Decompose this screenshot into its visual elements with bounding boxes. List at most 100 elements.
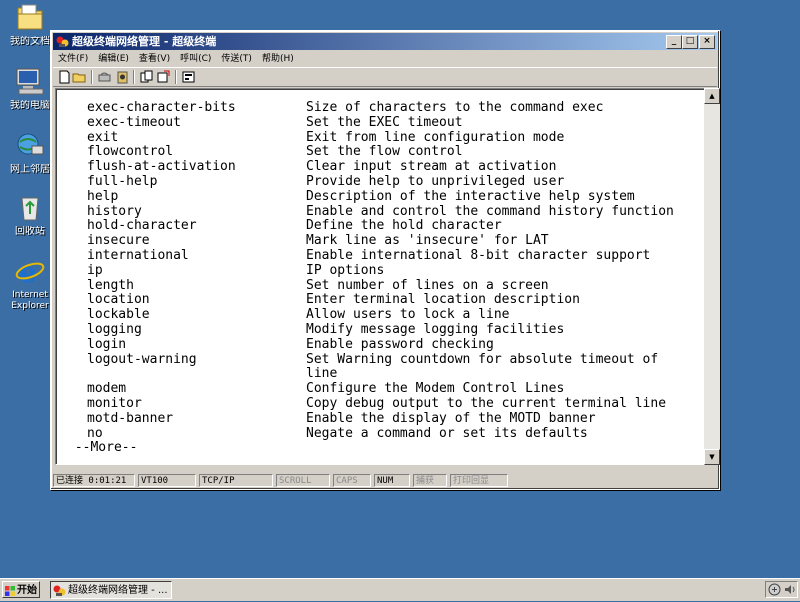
taskbar: 开始 超级终端网络管理 - ... [0,578,800,601]
windows-flag-icon [5,585,15,596]
terminal-line: flowcontrol Set the flow control [76,145,696,160]
menu-view[interactable]: 查看(V) [134,51,175,67]
terminal-line: ip IP options [76,262,696,279]
scroll-down-button[interactable]: ▼ [704,449,720,465]
send-icon[interactable] [139,70,154,84]
menu-edit[interactable]: 编辑(E) [93,51,134,67]
command-description: Negate a command or set its defaults [306,425,588,441]
start-button[interactable]: 开始 [2,581,40,598]
open-icon[interactable] [72,70,87,84]
desktop-icon-label: Internet Explorer [11,290,49,311]
taskbar-button-hyperterminal[interactable]: 超级终端网络管理 - ... [50,581,172,599]
desktop-icon-my-computer[interactable]: 我的电脑 [4,66,56,111]
toolbar [53,67,717,87]
command-name: help [87,188,119,204]
status-capture: 捕获 [413,474,447,487]
terminal-line: no Negate a command or set its defaults [76,425,696,442]
menu-transfer[interactable]: 传送(T) [216,51,257,67]
command-name: location [87,292,150,308]
start-label: 开始 [17,585,37,596]
command-name: exit [87,129,119,145]
status-bar: 已连接 0:01:21 VT100 TCP/IP SCROLL CAPS NUM… [53,473,717,489]
tray-network-icon[interactable] [768,583,781,599]
close-button[interactable]: × [699,35,715,49]
terminal-line: exec-timeout Set the EXEC timeout [76,114,696,131]
system-tray [765,581,798,598]
terminal-line: modem Configure the Modem Control Lines [76,381,696,397]
status-protocol: TCP/IP [199,474,273,487]
desktop-icon-network-places[interactable]: 网上邻居 [4,130,56,175]
svg-text:e: e [19,256,37,286]
menu-call[interactable]: 呼叫(C) [175,51,216,67]
terminal-output: exec-character-bits Size of characters to… [75,100,696,456]
properties-icon[interactable] [181,70,196,84]
terminal-line: location Enter terminal location descript… [76,293,696,308]
command-description: Configure the Modem Control Lines [306,381,565,397]
command-name: flowcontrol [87,144,174,160]
hyperterminal-app-icon [53,584,66,597]
command-name: logout-warning [87,351,197,367]
command-description: Enter terminal location description [306,292,580,308]
command-name: exec-character-bits [87,100,236,115]
status-caps: CAPS [333,474,371,487]
status-scroll: SCROLL [276,474,330,487]
title-bar[interactable]: 超级终端网络管理 - 超级终端 _ □ × [53,33,717,50]
command-description: Set number of lines on a screen [306,277,549,293]
desktop-icon-my-documents[interactable]: 我的文档 [4,2,56,47]
command-description: Size of characters to the command exec [306,100,604,115]
terminal-line: help Description of the interactive help … [76,188,696,205]
my-documents-icon [14,2,46,34]
command-name: hold-character [87,218,197,234]
receive-icon[interactable] [156,70,171,84]
terminal-line: full-help Provide help to unprivileged us… [76,174,696,190]
desktop-icon-label: 网上邻居 [10,164,50,175]
status-connected-time: 已连接 0:01:21 [53,474,135,487]
desktop-icon-label: 我的电脑 [10,100,50,111]
terminal-line: logging Modify message logging facilities [76,321,696,338]
more-prompt: --More-- [67,440,138,456]
desktop-icon-internet-explorer[interactable]: e Internet Explorer [4,256,56,312]
new-icon[interactable] [57,70,72,84]
terminal-line: hold-character Define the hold character [76,219,696,234]
command-description: Copy debug output to the current termina… [306,395,667,411]
tray-volume-icon[interactable] [783,583,796,599]
dial-icon[interactable] [115,70,130,84]
vertical-scrollbar[interactable]: ▲ ▼ [704,88,720,465]
disconnect-icon[interactable] [97,70,112,84]
command-name: no [87,425,103,441]
command-name: history [87,203,142,219]
restore-button[interactable]: □ [682,35,698,49]
command-description: Mark line as 'insecure' for LAT [306,233,549,249]
taskbar-button-label: 超级终端网络管理 - ... [68,585,168,596]
command-description: Exit from line configuration mode [306,129,565,145]
command-description: Description of the interactive help syst… [306,188,635,204]
command-name: monitor [87,395,142,411]
desktop-icon-recycle-bin[interactable]: 回收站 [4,192,56,237]
command-description: Set the EXEC timeout [306,114,463,130]
status-num: NUM [374,474,410,487]
arrow-up-icon: ▲ [709,92,715,100]
menu-help[interactable]: 帮助(H) [257,51,299,67]
command-description: Clear input stream at activation [306,159,557,175]
command-name: ip [87,262,103,278]
command-name: motd-banner [87,410,174,426]
menu-file[interactable]: 文件(F) [53,51,93,67]
terminal-line: login Enable password checking [76,336,696,353]
command-description: IP options [306,262,385,278]
command-description: Enable password checking [306,336,494,352]
command-name: insecure [87,233,150,249]
terminal-line: exit Exit from line configuration mode [76,129,696,146]
restore-icon: □ [685,36,695,46]
window-title: 超级终端网络管理 - 超级终端 [72,35,217,48]
terminal-line: insecure Mark line as 'insecure' for LAT [76,233,696,249]
terminal-line: flush-at-activation Clear input stream at… [76,159,696,175]
arrow-down-icon: ▼ [709,453,715,461]
terminal-line: length Set number of lines on a screen [76,277,696,294]
terminal-area[interactable]: exec-character-bits Size of characters to… [55,88,705,465]
menu-bar: 文件(F) 编辑(E) 查看(V) 呼叫(C) 传送(T) 帮助(H) [53,51,717,67]
scroll-up-button[interactable]: ▲ [704,88,720,104]
command-name: modem [87,381,127,397]
hyperterminal-window[interactable]: 超级终端网络管理 - 超级终端 _ □ × 文件(F) 编辑(E) 查看(V) 呼叫(… [50,30,720,490]
command-description: Modify message logging facilities [306,321,565,337]
minimize-button[interactable]: _ [666,35,682,49]
